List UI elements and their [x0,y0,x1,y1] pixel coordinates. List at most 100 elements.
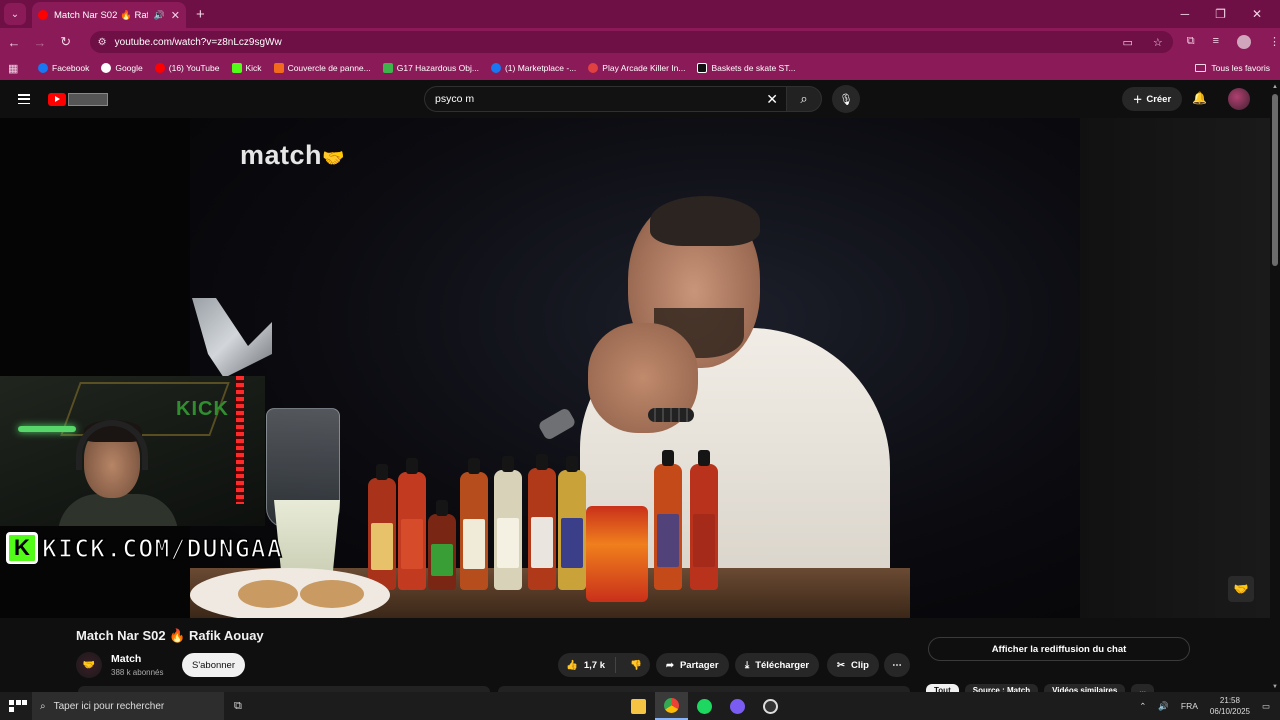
clip-button[interactable]: ✂ Clip [827,653,879,677]
channel-watermark-icon[interactable]: 🤝 [1228,576,1254,602]
download-button[interactable]: ⤓ Télécharger [735,653,820,677]
clock[interactable]: 21:58 06/10/2025 [1210,695,1250,717]
bookmark-g17[interactable]: G17 Hazardous Obj... [382,63,479,73]
kick-neon-sign: KICK [176,398,229,420]
bookmark-marketplace[interactable]: (1) Marketplace -... [490,63,576,73]
window-controls: ─ ❐ ✕ [1181,7,1280,21]
taskbar-search-field[interactable]: ⌕ Taper ici pour rechercher [32,692,224,720]
youtube-header: psyco m ✕ ⌕ 🎙 ＋ Créer 🔔 [0,80,1280,118]
bookmark-star-icon[interactable]: ☆ [1153,36,1163,49]
channel-name[interactable]: Match [111,653,141,665]
forward-arrow-icon[interactable]: → [28,35,52,50]
scroll-down-arrow-icon[interactable]: ▼ [1272,684,1278,690]
hot-sauce-bottle [558,456,586,590]
chrome-app[interactable] [655,692,688,720]
notifications-bell-icon[interactable]: 🔔 [1192,91,1207,105]
file-explorer-app[interactable] [622,692,655,720]
chat-replay-button[interactable]: Afficher la rediffusion du chat [928,637,1190,661]
profile-avatar-icon[interactable] [1237,35,1251,49]
back-arrow-icon[interactable]: ← [2,35,26,50]
speaker-icon[interactable]: 🔊 [154,10,165,21]
like-button[interactable]: 👍 1,7 k [558,657,616,673]
video-info-section: Match Nar S02 🔥 Rafik Aouay 🤝 Match 388 … [0,618,1270,698]
channel-avatar[interactable]: 🤝 [76,652,102,678]
notification-center-icon[interactable]: ▭ [1262,701,1270,712]
player-side-area [1080,118,1270,618]
hot-sauce-bottle [528,454,556,590]
tab-close-icon[interactable]: ✕ [171,9,180,22]
new-tab-button[interactable]: + [196,6,205,23]
create-button[interactable]: ＋ Créer [1122,87,1182,111]
kick-channel-banner: K KICK.COM/DUNGAA [6,530,283,566]
browser-tab-active[interactable]: Match Nar S02 🔥 Rafik Aouay 🔊 ✕ [32,2,186,28]
all-bookmarks-folder[interactable]: Tous les favoris [1195,63,1270,73]
more-actions-button[interactable]: ⋯ [884,653,910,677]
dislike-button[interactable]: 👎 [622,660,650,671]
youtube-logo[interactable] [48,92,108,106]
language-indicator[interactable]: FRA [1181,701,1198,711]
media-controls-icon[interactable]: ≡ [1213,35,1219,49]
obs-icon [763,698,778,714]
obs-app[interactable] [754,692,787,720]
scroll-thumb[interactable] [1272,94,1278,266]
voice-search-button[interactable]: 🎙 [832,85,860,113]
user-avatar[interactable] [1228,88,1250,110]
plus-icon: ＋ [1132,95,1143,106]
extensions-icon[interactable]: ⧉ [1187,35,1195,49]
sauce-can [586,506,648,602]
scroll-up-arrow-icon[interactable]: ▲ [1272,84,1278,90]
tab-search-chevron-icon[interactable]: ⌄ [4,3,26,25]
page-scrollbar[interactable]: ▲ ▼ [1270,80,1280,692]
close-window-icon[interactable]: ✕ [1252,7,1262,21]
bookmark-kick[interactable]: Kick [231,63,262,73]
subscribe-button[interactable]: S'abonner [182,653,245,677]
task-view-icon[interactable]: ⧉ [234,700,242,713]
spotify-app[interactable] [688,692,721,720]
microphone-icon: 🎙 [839,93,853,106]
like-dislike-group: 👍 1,7 k 👎 [558,653,650,677]
system-tray: ⌃ 🔊 FRA 21:58 06/10/2025 ▭ [1139,695,1280,717]
plus-icon [382,63,393,73]
hot-sauce-bottle [690,450,718,590]
bookmarks-bar: ▦ Facebook Google (16) YouTube Kick Couv… [0,56,1280,80]
kick-handle-text: KICK.COM/DUNGAA [41,533,283,564]
volume-icon[interactable]: 🔊 [1158,701,1169,712]
bookmark-arcade[interactable]: Play Arcade Killer In... [588,63,685,73]
thumbs-down-icon: 👎 [629,659,642,671]
cookie [300,580,364,608]
tab-title: Match Nar S02 🔥 Rafik Aouay [54,9,148,21]
browser-menu-icon[interactable]: ⋮ [1269,35,1280,49]
windows-start-icon[interactable] [0,700,30,712]
bookmark-couvercle[interactable]: Couvercle de panne... [273,63,371,73]
clock-time: 21:58 [1219,696,1240,705]
site-info-icon[interactable]: ⚙ [98,37,107,48]
hot-sauce-bottle [460,458,488,590]
clear-search-icon[interactable]: ✕ [766,91,778,108]
guest-hair [650,196,760,246]
youtube-wordmark [68,92,108,106]
store-icon [697,63,708,73]
bookmark-google[interactable]: Google [101,63,143,73]
bookmark-baskets[interactable]: Baskets de skate ST... [697,63,796,73]
minimize-icon[interactable]: ─ [1181,7,1190,21]
youtube-play-icon [48,92,66,106]
hamburger-menu-icon[interactable] [18,94,30,104]
hot-sauce-bottle [494,456,522,590]
search-button[interactable]: ⌕ [786,86,822,112]
discord-app[interactable] [721,692,754,720]
led-strip [236,376,244,504]
reload-icon[interactable]: ↻ [54,34,78,50]
taskbar-search-placeholder: Taper ici pour rechercher [53,700,165,712]
cast-icon[interactable]: ▭ [1122,36,1132,49]
address-bar[interactable]: ⚙ youtube.com/watch?v=z8nLcz9sgWw ▭ ☆ [89,31,1173,53]
restore-icon[interactable]: ❐ [1215,7,1226,21]
bookmark-facebook[interactable]: Facebook [38,63,89,73]
bookmark-youtube[interactable]: (16) YouTube [154,63,220,73]
download-icon: ⤓ [745,659,750,671]
search-input[interactable]: psyco m ✕ [424,86,786,112]
tray-chevron-icon[interactable]: ⌃ [1139,701,1146,712]
apps-grid-icon[interactable]: ▦ [8,62,22,75]
share-button[interactable]: ➦ Partager [656,653,729,677]
handshake-icon: 🤝 [322,148,345,168]
clock-date: 06/10/2025 [1209,707,1250,716]
